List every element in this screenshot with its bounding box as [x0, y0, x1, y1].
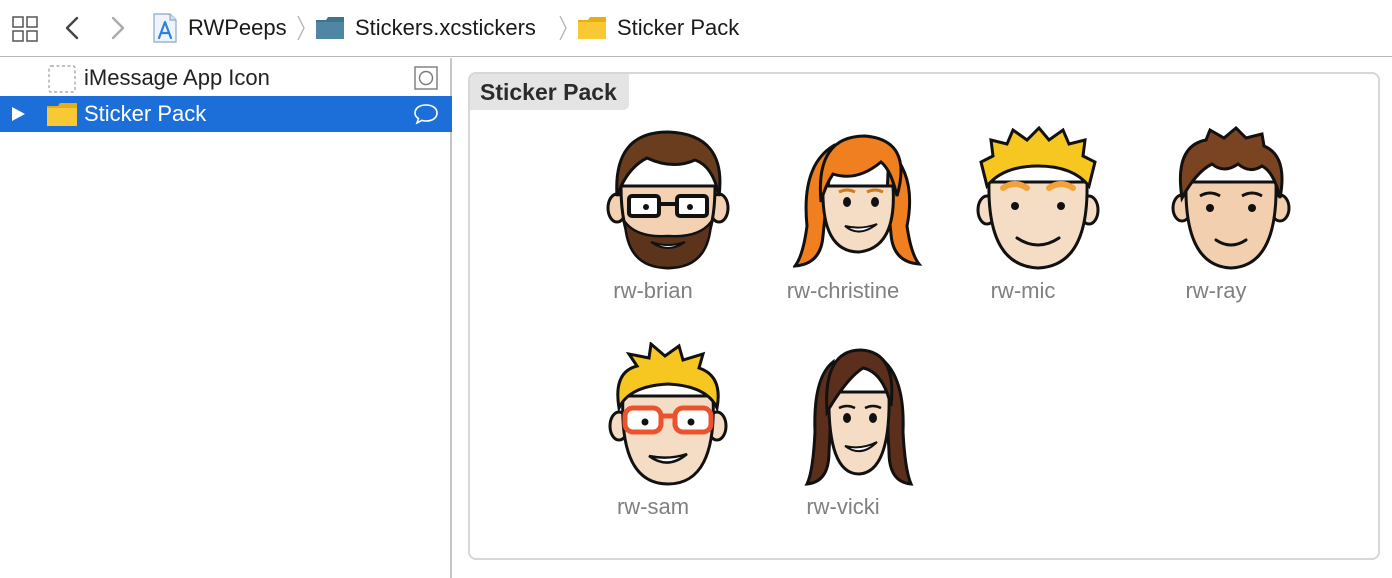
jump-bar: RWPeeps Stickers.xcstickers Sticker Pack [0, 0, 1392, 57]
breadcrumb-label: Stickers.xcstickers [355, 15, 536, 40]
breadcrumb-separator [559, 15, 567, 41]
sticker-cell-rw-sam[interactable]: rw-sam [563, 342, 743, 542]
sticker-name: rw-mic [990, 278, 1056, 303]
breadcrumb-label: RWPeeps [188, 15, 287, 40]
ray-face-sticker [1171, 126, 1291, 270]
sidebar-item-sticker-pack[interactable]: Sticker Pack [0, 96, 452, 132]
sticker-cell-rw-brian[interactable]: rw-brian [563, 126, 743, 326]
breadcrumb-separator [297, 15, 305, 41]
mic-face-sticker [976, 126, 1100, 270]
sticker-name: rw-brian [613, 278, 693, 303]
sidebar-item-imessage-app-icon[interactable]: iMessage App Icon [0, 60, 452, 96]
sticker-pack-editor: Sticker Pack rw-brian rw-christine rw-mi… [454, 58, 1392, 578]
sticker-pack-panel: Sticker Pack rw-brian rw-christine rw-mi… [468, 72, 1380, 560]
folder-icon [578, 17, 606, 39]
brian-face-sticker [606, 130, 730, 270]
asset-catalog-folder-icon [316, 17, 344, 39]
sticker-name: rw-sam [616, 494, 690, 519]
sticker-name: rw-vicki [806, 494, 880, 519]
vicki-face-sticker [804, 348, 914, 486]
message-bubble-icon [414, 104, 438, 125]
back-chevron-icon[interactable] [60, 14, 86, 42]
xcode-project-icon [153, 13, 177, 43]
sticker-cell-rw-christine[interactable]: rw-christine [753, 126, 933, 326]
sticker-cell-rw-ray[interactable]: rw-ray [1126, 126, 1306, 326]
breadcrumb-project[interactable]: RWPeeps [152, 12, 287, 44]
app-icon-set-icon [414, 66, 438, 90]
christine-face-sticker [793, 134, 923, 268]
dashed-placeholder-icon [48, 65, 76, 93]
asset-outline-sidebar: iMessage App Icon Sticker Pack [0, 58, 452, 578]
related-items-grid-icon[interactable] [12, 16, 38, 42]
sidebar-item-label: Sticker Pack [84, 101, 207, 126]
folder-icon [47, 103, 77, 126]
forward-chevron-icon[interactable] [104, 14, 130, 42]
sticker-cell-rw-vicki[interactable]: rw-vicki [753, 342, 933, 542]
sam-face-sticker [608, 342, 728, 486]
sidebar-item-label: iMessage App Icon [84, 65, 270, 90]
disclosure-triangle-icon[interactable] [10, 106, 26, 122]
sticker-cell-rw-mic[interactable]: rw-mic [933, 126, 1113, 326]
breadcrumb-sticker-pack[interactable]: Sticker Pack [577, 12, 739, 44]
sticker-name: rw-christine [786, 278, 900, 303]
breadcrumb-asset-catalog[interactable]: Stickers.xcstickers [315, 12, 536, 44]
breadcrumb-label: Sticker Pack [617, 15, 740, 40]
sticker-name: rw-ray [1185, 278, 1247, 303]
panel-title: Sticker Pack [470, 74, 629, 110]
